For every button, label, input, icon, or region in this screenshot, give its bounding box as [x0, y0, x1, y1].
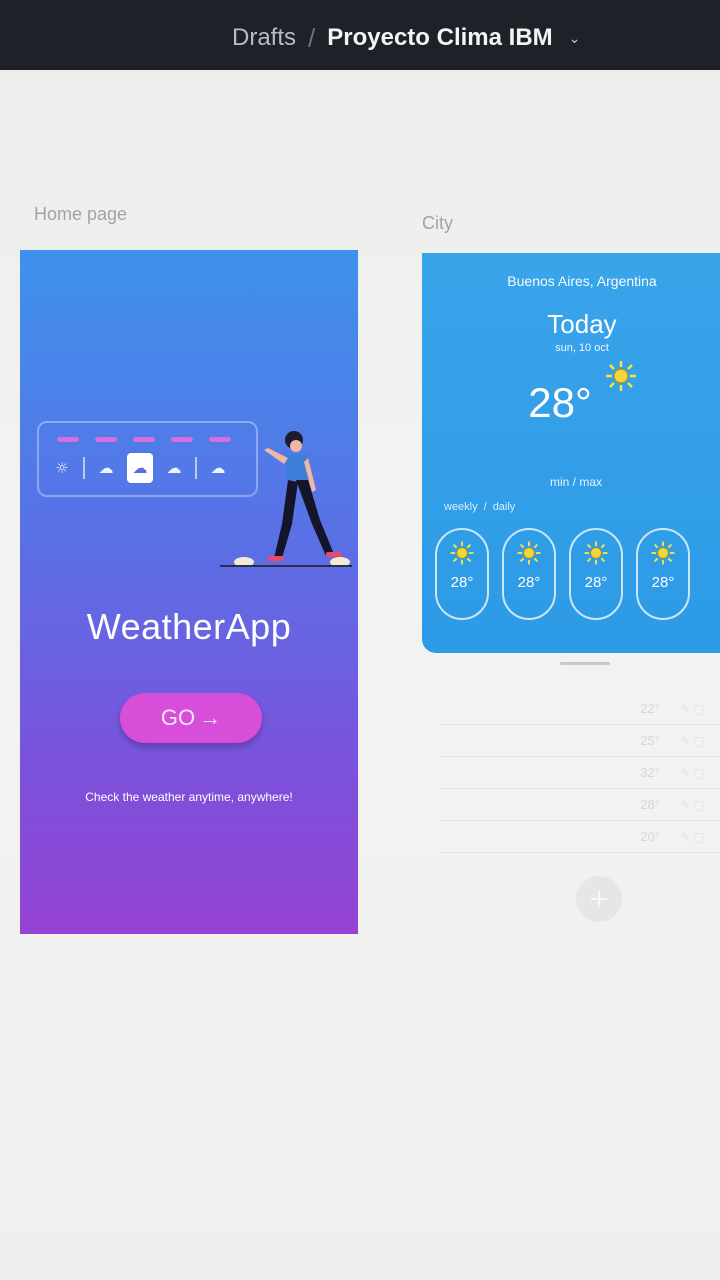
edit-icon[interactable]: ✎ ▢: [680, 766, 720, 780]
tab-separator: /: [483, 501, 487, 513]
tagline: Check the weather anytime, anywhere!: [85, 790, 293, 804]
cloud-icon: ☁: [127, 453, 153, 483]
cloud-icon: ☁: [98, 459, 114, 477]
sun-icon: [450, 541, 474, 565]
edit-icon[interactable]: ✎ ▢: [680, 702, 720, 716]
widget-icons: ☼ ☁ ☁ ☁ ☁: [47, 453, 233, 483]
sun-icon: ☼: [55, 459, 69, 477]
city-location: Buenos Aires, Argentina: [507, 273, 657, 289]
sun-icon: [517, 541, 541, 565]
frame-label-city[interactable]: City: [422, 213, 453, 234]
forecast-temperature: 28°: [584, 574, 608, 591]
chevron-down-icon[interactable]: ⌄: [569, 30, 581, 47]
city-list: 22° ✎ ▢ 25° ✎ ▢ 32° ✎ ▢ 28° ✎ ▢ 20° ✎ ▢: [440, 693, 720, 853]
tab-weekly[interactable]: weekly: [444, 501, 478, 513]
forecast-temperature: 28°: [450, 574, 474, 591]
go-button[interactable]: GO →: [120, 693, 262, 743]
sun-icon: [584, 541, 608, 565]
app-title: WeatherApp: [86, 606, 292, 647]
project-name[interactable]: Proyecto Clima IBM: [327, 24, 552, 52]
current-date: sun, 10 oct: [555, 342, 609, 354]
min-max-label: min / max: [550, 475, 603, 489]
person-illustration: [220, 431, 352, 567]
list-item[interactable]: 28° ✎ ▢: [440, 789, 720, 821]
edit-icon[interactable]: ✎ ▢: [680, 830, 720, 844]
list-item[interactable]: 32° ✎ ▢: [440, 757, 720, 789]
list-item[interactable]: 20° ✎ ▢: [440, 821, 720, 853]
top-bar: Drafts / Proyecto Clima IBM ⌄: [0, 0, 720, 70]
go-button-label: GO: [160, 705, 196, 730]
sheet-drag-handle[interactable]: [560, 662, 610, 665]
edit-icon[interactable]: ✎ ▢: [680, 798, 720, 812]
list-item-temperature: 20°: [640, 829, 660, 844]
add-city-button[interactable]: +: [576, 876, 622, 922]
forecast-cards: 28° 28° 28° 28°: [435, 528, 690, 620]
forecast-card[interactable]: 28°: [636, 528, 690, 620]
city-frame[interactable]: Buenos Aires, Argentina Today sun, 10 oc…: [422, 253, 720, 653]
list-item[interactable]: 22° ✎ ▢: [440, 693, 720, 725]
today-heading: Today: [547, 309, 617, 339]
list-item-temperature: 28°: [640, 797, 660, 812]
tab-daily[interactable]: daily: [493, 501, 516, 513]
list-item-temperature: 32°: [640, 765, 660, 780]
list-item-temperature: 22°: [640, 701, 660, 716]
forecast-temperature: 28°: [517, 574, 541, 591]
home-page-frame[interactable]: ☼ ☁ ☁ ☁ ☁ WeatherApp GO → Check the weat…: [20, 250, 358, 934]
list-item-temperature: 25°: [640, 733, 660, 748]
breadcrumb-separator: /: [308, 22, 316, 53]
rain-cloud-icon: ☁: [166, 459, 182, 477]
breadcrumb: Drafts / Proyecto Clima IBM ⌄: [232, 18, 580, 58]
frame-label-home[interactable]: Home page: [34, 204, 127, 225]
breadcrumb-drafts-link[interactable]: Drafts: [232, 24, 296, 52]
sun-icon: [651, 541, 675, 565]
arrow-right-icon: →: [199, 705, 222, 730]
forecast-tabs: weekly / daily: [444, 501, 515, 513]
list-item[interactable]: 25° ✎ ▢: [440, 725, 720, 757]
forecast-card[interactable]: 28°: [435, 528, 489, 620]
forecast-temperature: 28°: [651, 574, 675, 591]
edit-icon[interactable]: ✎ ▢: [680, 734, 720, 748]
forecast-card[interactable]: 28°: [502, 528, 556, 620]
forecast-card[interactable]: 28°: [569, 528, 623, 620]
current-temperature: 28°: [528, 379, 592, 426]
widget-indicator-bars: [57, 437, 231, 442]
